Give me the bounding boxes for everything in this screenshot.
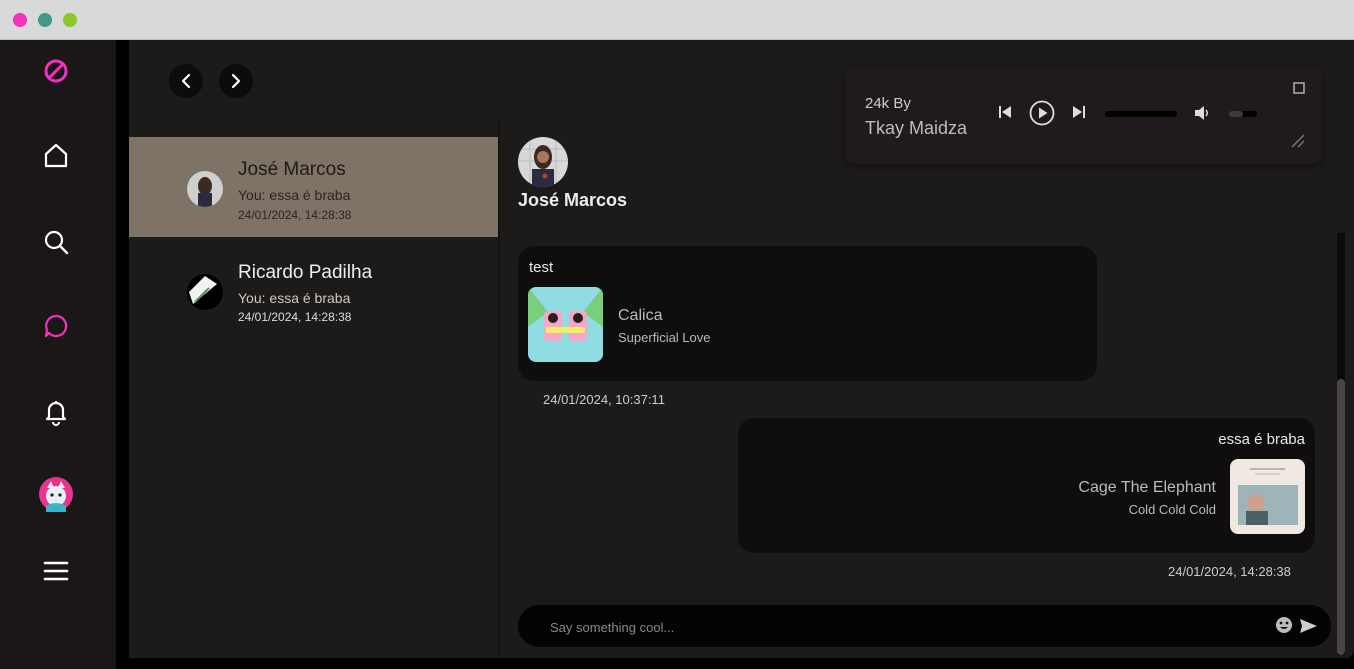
mini-player: 24k By Tkay Maidza: [845, 67, 1322, 164]
back-button[interactable]: [169, 64, 203, 98]
volume-button[interactable]: [1193, 104, 1211, 122]
conversation-item[interactable]: Ricardo Padilha You: essa é braba 24/01/…: [129, 237, 498, 337]
window-titlebar: [0, 0, 1354, 40]
play-icon: [1029, 100, 1055, 126]
resize-handle[interactable]: [1288, 131, 1308, 151]
next-track-button[interactable]: [1071, 104, 1087, 120]
song-title: Calica: [618, 307, 663, 324]
message-time: 24/01/2024, 14:28:38: [1168, 564, 1291, 579]
skip-back-icon: [999, 106, 1011, 118]
message-text: test: [529, 259, 554, 276]
resize-grip-icon: [1291, 134, 1305, 148]
album-cover[interactable]: [528, 287, 603, 362]
forward-button[interactable]: [219, 64, 253, 98]
volume-slider[interactable]: [1229, 111, 1257, 117]
maximize-icon: [1293, 82, 1305, 94]
message-scrollbar[interactable]: [1337, 233, 1345, 655]
song-artist: Superficial Love: [618, 330, 711, 345]
maximize-window-button[interactable]: [63, 13, 77, 27]
contact-name: Ricardo Padilha: [238, 262, 373, 283]
contact-avatar: [187, 171, 223, 207]
chevron-right-icon: [231, 73, 241, 89]
close-window-button[interactable]: [13, 13, 27, 27]
contact-name: José Marcos: [238, 159, 346, 180]
previous-track-button[interactable]: [997, 104, 1013, 120]
conversation-list: José Marcos You: essa é braba 24/01/2024…: [129, 121, 498, 658]
song-artist: Cold Cold Cold: [1128, 502, 1216, 517]
last-message-preview: You: essa é braba: [238, 187, 351, 203]
chat-contact-name: José Marcos: [518, 190, 628, 210]
chat-icon[interactable]: [36, 306, 76, 346]
logo-icon[interactable]: [36, 51, 76, 91]
song-title: Cage The Elephant: [1078, 479, 1216, 496]
sidebar: [0, 40, 116, 669]
volume-level: [1229, 111, 1243, 117]
menu-icon[interactable]: [36, 551, 76, 591]
message-text: essa é braba: [1218, 431, 1305, 448]
chat-contact-avatar[interactable]: [518, 137, 568, 187]
conversation-item[interactable]: José Marcos You: essa é braba 24/01/2024…: [129, 137, 498, 237]
skip-forward-icon: [1073, 106, 1085, 118]
chevron-left-icon: [181, 73, 191, 89]
last-message-time: 24/01/2024, 14:28:38: [238, 310, 352, 324]
send-icon[interactable]: [1298, 616, 1318, 641]
search-icon[interactable]: [36, 222, 76, 262]
play-button[interactable]: [1029, 100, 1055, 126]
message-input-bar: [518, 605, 1331, 647]
speaker-icon: [1195, 106, 1208, 120]
scrollbar-thumb[interactable]: [1337, 379, 1345, 655]
track-progress-bar[interactable]: [1105, 111, 1177, 117]
minimize-window-button[interactable]: [38, 13, 52, 27]
message-input[interactable]: [548, 616, 1252, 638]
message-time: 24/01/2024, 10:37:11: [543, 392, 665, 407]
home-icon[interactable]: [36, 135, 76, 175]
track-artist: Tkay Maidza: [865, 118, 968, 138]
track-title: 24k By: [865, 95, 911, 112]
last-message-time: 24/01/2024, 14:28:38: [238, 208, 352, 222]
contact-avatar: [187, 274, 223, 310]
user-avatar[interactable]: [36, 474, 76, 514]
message-bubble-sent: essa é braba Cage The Elephant Cold Cold…: [738, 418, 1315, 553]
bell-icon[interactable]: [36, 392, 76, 432]
expand-player-button[interactable]: [1292, 81, 1306, 95]
last-message-preview: You: essa é braba: [238, 290, 351, 306]
message-bubble-received: test Calica Superficial Love: [518, 246, 1097, 381]
album-cover[interactable]: [1230, 459, 1305, 534]
emoji-icon[interactable]: [1275, 616, 1293, 639]
message-area: test Calica Superficial Love 24/01/2024,…: [500, 233, 1336, 603]
